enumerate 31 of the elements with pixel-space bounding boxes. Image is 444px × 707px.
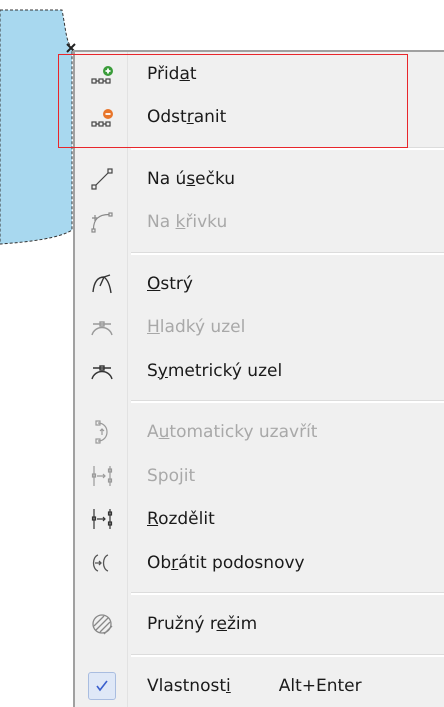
item-label: Na úsečku xyxy=(147,168,236,189)
item-label: Na křivku xyxy=(147,212,228,232)
item-label: Rozdělit xyxy=(147,509,215,530)
item-label: Hladký uzel xyxy=(147,317,246,338)
menu-item[interactable]: Přidat xyxy=(75,52,444,96)
item-label: Ostrý xyxy=(147,274,193,294)
checkbox[interactable] xyxy=(88,672,116,700)
menu-item[interactable]: Odstranit xyxy=(75,96,444,139)
hatched-circle-icon xyxy=(90,612,114,636)
join-icon xyxy=(90,464,114,488)
item-label: Obrátit podosnovy xyxy=(147,552,305,573)
item-label: Automaticky uzavřít xyxy=(147,422,318,442)
menu-item[interactable]: Pružný režim xyxy=(75,602,444,646)
line-icon xyxy=(90,166,114,191)
menu-item[interactable]: Ostrý xyxy=(75,262,444,306)
item-label: Symetrický uzel xyxy=(147,360,282,381)
split-icon xyxy=(90,507,114,532)
item-label: Spojit xyxy=(147,466,196,486)
shortcut-text: Alt+Enter xyxy=(278,676,362,696)
item-label: Přidat xyxy=(147,64,197,84)
cusp-node-icon xyxy=(90,272,114,296)
menu-item[interactable]: Rozdělit xyxy=(75,498,444,541)
menu-item[interactable]: Na úsečku xyxy=(75,157,444,200)
checkmark-icon xyxy=(94,678,108,693)
item-label: Vlastnosti xyxy=(147,676,231,696)
menu-item[interactable]: Vlastnosti Alt+Enter xyxy=(75,664,444,707)
menu-item[interactable]: Obrátit podosnovy xyxy=(75,541,444,584)
menu-item[interactable]: Symetrický uzel xyxy=(75,349,444,392)
item-label: Odstranit xyxy=(147,107,226,128)
curve-icon xyxy=(90,210,114,234)
item-label: Pružný režim xyxy=(147,614,258,634)
